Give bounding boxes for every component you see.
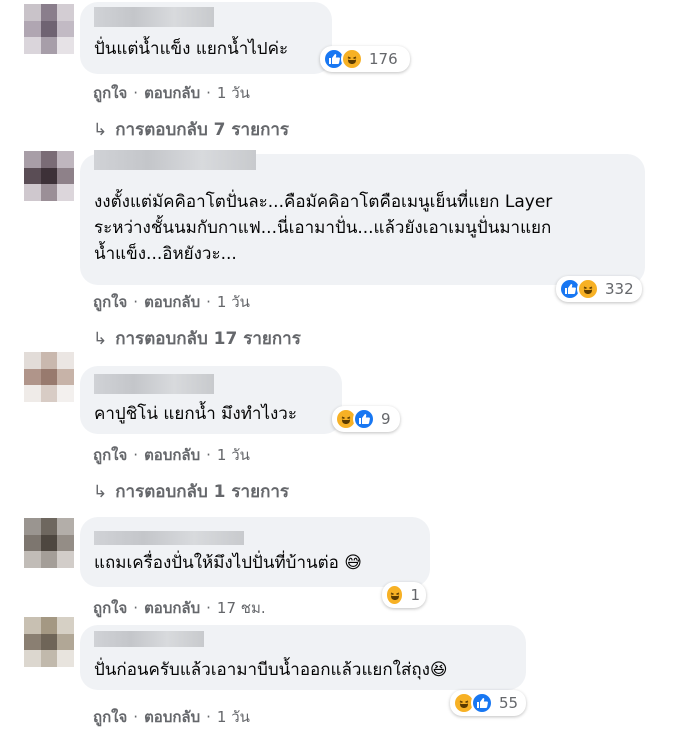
- reaction-summary[interactable]: 176: [320, 46, 410, 72]
- avatar[interactable]: [24, 518, 74, 568]
- like-link[interactable]: ถูกใจ: [93, 293, 127, 311]
- timestamp[interactable]: 1 วัน: [217, 446, 250, 464]
- reaction-count: 176: [369, 50, 398, 68]
- like-link[interactable]: ถูกใจ: [93, 84, 127, 102]
- laughing-face-icon: [577, 278, 599, 300]
- comment-bubble: ปั่นก่อนครับแล้วเอามาบีบน้ำออกแล้วแยกใส่…: [80, 625, 526, 690]
- replies-label: การตอบกลับ 1 รายการ: [115, 482, 290, 502]
- reply-link[interactable]: ตอบกลับ: [144, 293, 200, 311]
- reaction-count: 9: [381, 410, 391, 428]
- reply-link[interactable]: ตอบกลับ: [144, 84, 200, 102]
- avatar[interactable]: [24, 151, 74, 201]
- comment-actions: ถูกใจ · ตอบกลับ · 1 วัน: [93, 708, 250, 726]
- comment-text: คาปูชิโน่ แยกน้ำ มึงทำไงวะ: [94, 404, 297, 424]
- comment-bubble: คาปูชิโน่ แยกน้ำ มึงทำไงวะ: [80, 366, 342, 434]
- comment-bubble: แถมเครื่องปั่นให้มึงไปปั่นที่บ้านต่อ 😅: [80, 517, 430, 587]
- reaction-count: 55: [499, 694, 519, 712]
- comment-bubble: งงตั้งแต่มัคคิอาโตปั่นละ...คือมัคคิอาโตค…: [80, 150, 645, 285]
- avatar[interactable]: [24, 4, 74, 54]
- comment-actions: ถูกใจ · ตอบกลับ · 1 วัน: [93, 84, 250, 102]
- reaction-summary[interactable]: 55: [450, 690, 526, 716]
- replies-label: การตอบกลับ 17 รายการ: [115, 329, 301, 349]
- comment-actions: ถูกใจ · ตอบกลับ · 17 ชม.: [93, 599, 266, 617]
- author-name-blurred[interactable]: [94, 374, 214, 394]
- author-name-blurred[interactable]: [94, 631, 204, 647]
- timestamp[interactable]: 1 วัน: [217, 293, 250, 311]
- reply-arrow-icon: ↳: [93, 120, 108, 140]
- avatar[interactable]: [24, 617, 74, 667]
- comment-text: ปั่นแต่น้ำแข็ง แยกน้ำไปค่ะ: [94, 39, 289, 59]
- author-name-blurred[interactable]: [94, 7, 214, 27]
- avatar[interactable]: [24, 352, 74, 402]
- reply-arrow-icon: ↳: [93, 329, 108, 349]
- author-name-blurred[interactable]: [94, 150, 256, 170]
- reply-arrow-icon: ↳: [93, 482, 108, 502]
- thumbs-up-icon: [353, 408, 375, 430]
- author-name-blurred[interactable]: [94, 531, 244, 545]
- reaction-count: 1: [410, 586, 420, 604]
- reply-link[interactable]: ตอบกลับ: [144, 708, 200, 726]
- like-link[interactable]: ถูกใจ: [93, 599, 127, 617]
- reaction-count: 332: [605, 280, 634, 298]
- reaction-summary[interactable]: 1: [382, 582, 426, 608]
- like-link[interactable]: ถูกใจ: [93, 446, 127, 464]
- replies-label: การตอบกลับ 7 รายการ: [115, 120, 290, 140]
- view-replies-link[interactable]: ↳ การตอบกลับ 1 รายการ: [93, 478, 289, 505]
- laughing-face-icon: [341, 48, 363, 70]
- reply-link[interactable]: ตอบกลับ: [144, 599, 200, 617]
- like-link[interactable]: ถูกใจ: [93, 708, 127, 726]
- comment-actions: ถูกใจ · ตอบกลับ · 1 วัน: [93, 446, 250, 464]
- comment-text: งงตั้งแต่มัคคิอาโตปั่นละ...คือมัคคิอาโตค…: [94, 192, 553, 264]
- comment-text: ปั่นก่อนครับแล้วเอามาบีบน้ำออกแล้วแยกใส่…: [94, 660, 448, 680]
- reaction-summary[interactable]: 332: [556, 276, 642, 302]
- reply-link[interactable]: ตอบกลับ: [144, 446, 200, 464]
- view-replies-link[interactable]: ↳ การตอบกลับ 17 รายการ: [93, 325, 301, 352]
- laughing-face-icon: [385, 584, 405, 606]
- comment-text: แถมเครื่องปั่นให้มึงไปปั่นที่บ้านต่อ 😅: [94, 553, 362, 573]
- comment-bubble: ปั่นแต่น้ำแข็ง แยกน้ำไปค่ะ: [80, 2, 332, 74]
- reaction-summary[interactable]: 9: [332, 406, 400, 432]
- comment-actions: ถูกใจ · ตอบกลับ · 1 วัน: [93, 293, 250, 311]
- timestamp[interactable]: 1 วัน: [217, 708, 250, 726]
- timestamp[interactable]: 1 วัน: [217, 84, 250, 102]
- view-replies-link[interactable]: ↳ การตอบกลับ 7 รายการ: [93, 116, 289, 143]
- thumbs-up-icon: [471, 692, 493, 714]
- timestamp[interactable]: 17 ชม.: [217, 599, 266, 617]
